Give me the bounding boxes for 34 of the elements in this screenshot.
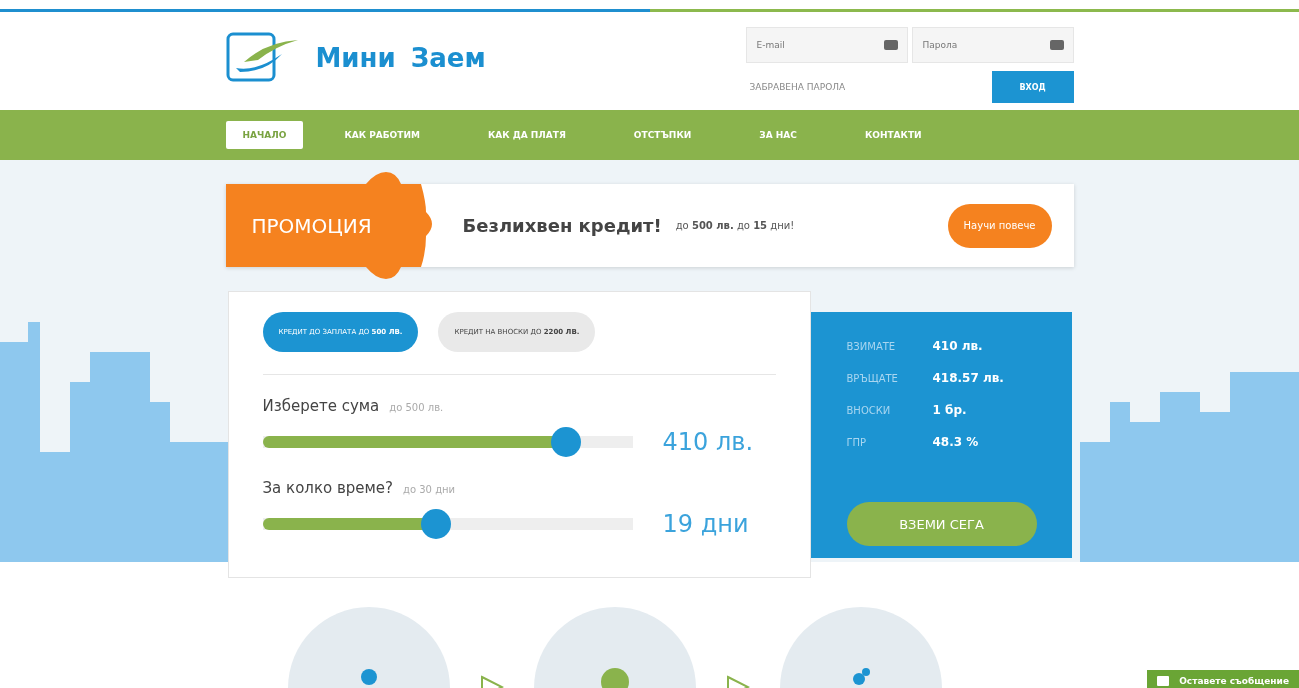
logo-text: Мини Заем xyxy=(315,43,486,73)
promo-badge-text: ПРОМОЦИЯ xyxy=(251,213,372,238)
slider-label: Изберете сума xyxy=(262,397,380,415)
summary-value: 418.57 лв. xyxy=(932,371,1004,385)
promo-details: до 500 лв. до 15 дни! xyxy=(675,220,795,231)
mail-icon xyxy=(1157,676,1170,686)
slider-hint: до 500 лв. xyxy=(389,402,444,413)
nav-link[interactable]: НАЧАЛО xyxy=(225,121,304,149)
email-field[interactable]: E-mail xyxy=(745,27,908,63)
slider-label: За колко време? xyxy=(262,479,393,497)
slider-value: 410 лв. xyxy=(662,428,754,456)
summary-label: ВНОСКИ xyxy=(846,404,892,416)
slider-thumb[interactable] xyxy=(421,509,452,539)
slider-thumb[interactable] xyxy=(550,427,581,457)
take-now-button[interactable]: ВЗЕМИ СЕГА xyxy=(846,502,1037,546)
nav-link[interactable]: КАК РАБОТИМ xyxy=(327,121,437,149)
summary-label: ГПР xyxy=(846,436,868,448)
promo-title: Безлихвен кредит! xyxy=(462,215,662,236)
nav-link[interactable]: КОНТАКТИ xyxy=(847,121,939,149)
nav-link[interactable]: ОТСТЪПКИ xyxy=(616,121,709,149)
summary-value: 1 бр. xyxy=(932,403,967,417)
summary-label: ВЗИМАТЕ xyxy=(846,340,897,352)
password-field[interactable]: Парола xyxy=(911,27,1074,63)
feedback-button[interactable]: Оставете съобщение xyxy=(1147,670,1299,688)
slider-value: 19 дни xyxy=(662,510,749,538)
slider-hint: до 30 дни xyxy=(403,484,456,495)
summary-value: 410 лв. xyxy=(932,339,983,353)
login-button[interactable]: ВХОД xyxy=(991,71,1074,103)
learn-more-button[interactable]: Научи повече xyxy=(947,203,1052,248)
nav-link[interactable]: ЗА НАС xyxy=(742,121,814,149)
summary-label: ВРЪЩАТЕ xyxy=(846,372,899,384)
nav-link[interactable]: КАК ДА ПЛАТЯ xyxy=(470,121,583,149)
forgot-password-link[interactable]: ЗАБРАВЕНА ПАРОЛА xyxy=(749,82,846,92)
summary-value: 48.3 % xyxy=(932,435,979,449)
